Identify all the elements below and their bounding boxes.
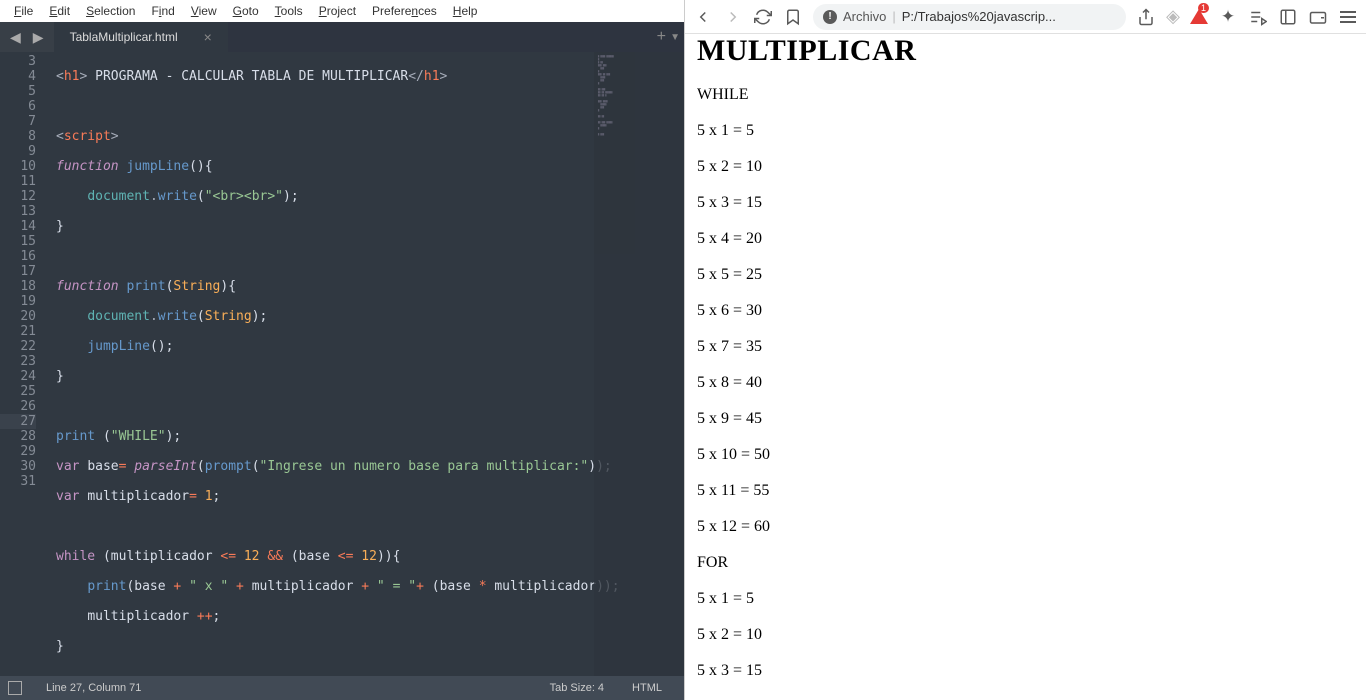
table-row: 5 x 12 = 60 bbox=[697, 518, 1354, 536]
share-icon[interactable] bbox=[1136, 8, 1156, 26]
extensions-icon[interactable]: ✦ bbox=[1218, 7, 1238, 27]
menu-find[interactable]: Find bbox=[143, 4, 182, 18]
reload-icon[interactable] bbox=[753, 8, 773, 26]
browser-pane: ! Archivo | P:/Trabajos%20javascrip... ◈… bbox=[684, 0, 1366, 700]
bookmark-icon[interactable] bbox=[783, 8, 803, 26]
nav-back-icon[interactable]: ◀ bbox=[4, 29, 27, 46]
table-row: 5 x 2 = 10 bbox=[697, 626, 1354, 644]
wallet-icon[interactable] bbox=[1308, 8, 1328, 26]
menu-goto[interactable]: Goto bbox=[225, 4, 267, 18]
tab-menu-icon[interactable]: ▼ bbox=[670, 32, 680, 43]
tab-size[interactable]: Tab Size: 4 bbox=[550, 682, 604, 694]
menu-icon[interactable] bbox=[1338, 11, 1358, 23]
table-row: 5 x 8 = 40 bbox=[697, 374, 1354, 392]
section-for: FOR bbox=[697, 554, 1354, 572]
code-editor[interactable]: 3456789101112131415161718192021222324252… bbox=[0, 52, 684, 676]
line-gutter: 3456789101112131415161718192021222324252… bbox=[0, 52, 48, 676]
page-title: MULTIPLICAR bbox=[697, 34, 1354, 68]
tab-title: TablaMultiplicar.html bbox=[70, 30, 178, 44]
menu-edit[interactable]: Edit bbox=[41, 4, 78, 18]
tab-bar: ◀ ▶ TablaMultiplicar.html × + ▼ bbox=[0, 22, 684, 52]
address-bar[interactable]: ! Archivo | P:/Trabajos%20javascrip... bbox=[813, 4, 1126, 30]
brave-rewards-icon[interactable]: 1 bbox=[1190, 9, 1208, 24]
minimap[interactable]: █ ████ ████████ █████ ███ ███████ ██ ███… bbox=[594, 52, 684, 676]
table-row: 5 x 5 = 25 bbox=[697, 266, 1354, 284]
menu-view[interactable]: View bbox=[183, 4, 225, 18]
table-row: 5 x 6 = 30 bbox=[697, 302, 1354, 320]
scheme-label: Archivo bbox=[843, 9, 886, 24]
menu-tools[interactable]: Tools bbox=[267, 4, 311, 18]
table-row: 5 x 11 = 55 bbox=[697, 482, 1354, 500]
code-content[interactable]: <h1> PROGRAMA - CALCULAR TABLA DE MULTIP… bbox=[48, 52, 684, 676]
playlist-icon[interactable] bbox=[1248, 8, 1268, 26]
close-icon[interactable]: × bbox=[204, 29, 212, 45]
new-tab-icon[interactable]: + bbox=[657, 28, 666, 46]
browser-content[interactable]: MULTIPLICAR WHILE 5 x 1 = 5 5 x 2 = 10 5… bbox=[685, 34, 1366, 700]
browser-toolbar: ! Archivo | P:/Trabajos%20javascrip... ◈… bbox=[685, 0, 1366, 34]
table-row: 5 x 9 = 45 bbox=[697, 410, 1354, 428]
menu-bar: File Edit Selection Find View Goto Tools… bbox=[0, 0, 684, 22]
table-row: 5 x 1 = 5 bbox=[697, 590, 1354, 608]
section-while: WHILE bbox=[697, 86, 1354, 104]
brave-shield-icon[interactable]: ◈ bbox=[1166, 6, 1180, 27]
menu-selection[interactable]: Selection bbox=[78, 4, 143, 18]
panel-icon[interactable] bbox=[8, 681, 22, 695]
forward-icon[interactable] bbox=[723, 8, 743, 26]
sidebar-icon[interactable] bbox=[1278, 8, 1298, 26]
tab-active[interactable]: TablaMultiplicar.html × bbox=[54, 22, 228, 52]
menu-preferences[interactable]: Preferences bbox=[364, 4, 445, 18]
status-bar: Line 27, Column 71 Tab Size: 4 HTML bbox=[0, 676, 684, 700]
editor-pane: File Edit Selection Find View Goto Tools… bbox=[0, 0, 684, 700]
table-row: 5 x 10 = 50 bbox=[697, 446, 1354, 464]
menu-file[interactable]: File bbox=[6, 4, 41, 18]
table-row: 5 x 7 = 35 bbox=[697, 338, 1354, 356]
menu-help[interactable]: Help bbox=[445, 4, 486, 18]
table-row: 5 x 3 = 15 bbox=[697, 662, 1354, 680]
table-row: 5 x 4 = 20 bbox=[697, 230, 1354, 248]
file-scheme-icon: ! bbox=[823, 10, 837, 24]
nav-forward-icon[interactable]: ▶ bbox=[27, 29, 50, 46]
back-icon[interactable] bbox=[693, 8, 713, 26]
url-text: P:/Trabajos%20javascrip... bbox=[902, 9, 1056, 24]
table-row: 5 x 2 = 10 bbox=[697, 158, 1354, 176]
menu-project[interactable]: Project bbox=[311, 4, 364, 18]
syntax-mode[interactable]: HTML bbox=[632, 682, 662, 694]
cursor-position[interactable]: Line 27, Column 71 bbox=[46, 682, 141, 694]
table-row: 5 x 1 = 5 bbox=[697, 122, 1354, 140]
table-row: 5 x 3 = 15 bbox=[697, 194, 1354, 212]
